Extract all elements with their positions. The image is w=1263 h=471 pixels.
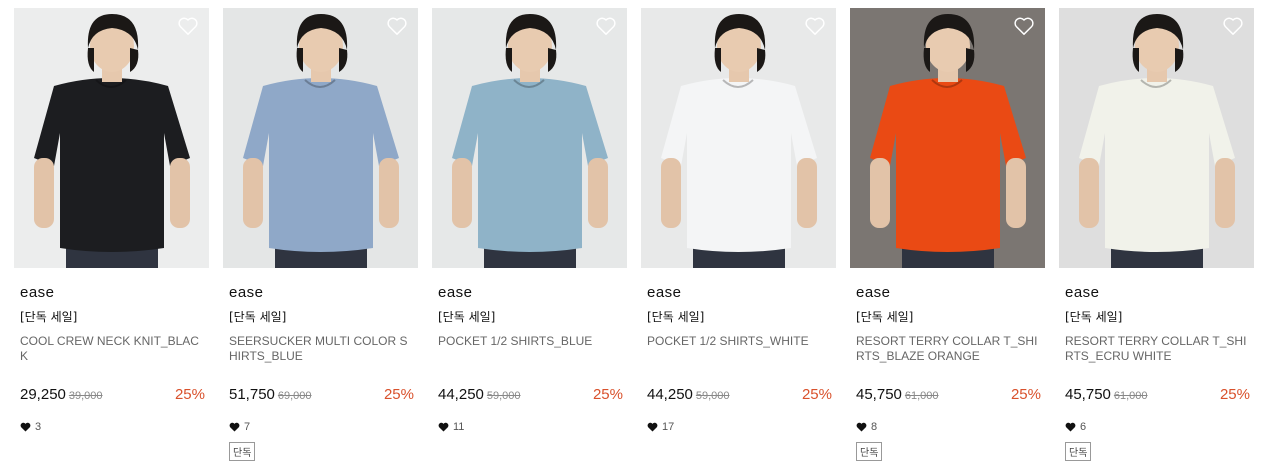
heart-filled-icon — [229, 422, 240, 432]
product-info: ease [단독 세일] RESORT TERRY COLLAR T_SHIRT… — [1059, 284, 1254, 461]
product-name[interactable]: RESORT TERRY COLLAR T_SHIRTS_ECRU WHITE — [1065, 334, 1250, 380]
original-price: 59,000 — [695, 390, 730, 402]
brand-name[interactable]: ease — [438, 284, 623, 302]
like-count: 17 — [647, 420, 832, 434]
original-price: 69,000 — [277, 390, 312, 402]
model-photo — [870, 14, 1026, 268]
product-card[interactable]: ease [단독 세일] POCKET 1/2 SHIRTS_WHITE 44,… — [641, 8, 836, 468]
like-count-value: 6 — [1080, 421, 1087, 433]
like-count: 7 — [229, 420, 414, 434]
product-image[interactable] — [223, 8, 418, 268]
product-image[interactable] — [14, 8, 209, 268]
model-photo — [452, 14, 608, 268]
like-count-value: 11 — [453, 421, 465, 433]
discount-rate: 25% — [1219, 386, 1250, 403]
product-card[interactable]: ease [단독 세일] COOL CREW NECK KNIT_BLACK 2… — [14, 8, 209, 468]
product-name[interactable]: COOL CREW NECK KNIT_BLACK — [20, 334, 205, 380]
model-photo — [34, 14, 190, 268]
original-price: 39,000 — [68, 390, 103, 402]
product-name[interactable]: RESORT TERRY COLLAR T_SHIRTS_BLAZE ORANG… — [856, 334, 1041, 380]
product-info: ease [단독 세일] POCKET 1/2 SHIRTS_WHITE 44,… — [641, 284, 836, 434]
exclusive-badge: 단독 — [229, 442, 256, 461]
brand-name[interactable]: ease — [1065, 284, 1250, 302]
product-info: ease [단독 세일] SEERSUCKER MULTI COLOR SHIR… — [223, 284, 418, 461]
heart-filled-icon — [647, 422, 658, 432]
brand-name[interactable]: ease — [647, 284, 832, 302]
discount-rate: 25% — [1010, 386, 1041, 403]
product-image[interactable] — [432, 8, 627, 268]
wishlist-heart-icon[interactable] — [1013, 16, 1035, 36]
wishlist-heart-icon[interactable] — [386, 16, 408, 36]
sale-tag: [단독 세일] — [856, 310, 914, 324]
sale-tag: [단독 세일] — [438, 310, 496, 324]
brand-name[interactable]: ease — [20, 284, 205, 302]
wishlist-heart-icon[interactable] — [1222, 16, 1244, 36]
like-count-value: 17 — [662, 421, 675, 433]
wishlist-heart-icon[interactable] — [177, 16, 199, 36]
product-name[interactable]: SEERSUCKER MULTI COLOR SHIRTS_BLUE — [229, 334, 414, 380]
like-count-value: 7 — [244, 421, 251, 433]
product-name[interactable]: POCKET 1/2 SHIRTS_BLUE — [438, 334, 623, 380]
sale-tag: [단독 세일] — [229, 310, 287, 324]
sale-price: 45,750 — [856, 386, 902, 403]
product-info: ease [단독 세일] POCKET 1/2 SHIRTS_BLUE 44,2… — [432, 284, 627, 434]
brand-name[interactable]: ease — [229, 284, 414, 302]
heart-filled-icon — [20, 422, 31, 432]
product-card[interactable]: ease [단독 세일] POCKET 1/2 SHIRTS_BLUE 44,2… — [432, 8, 627, 468]
original-price: 59,000 — [486, 390, 521, 402]
discount-rate: 25% — [592, 386, 623, 403]
discount-rate: 25% — [801, 386, 832, 403]
sale-price: 29,250 — [20, 386, 66, 403]
like-count-value: 8 — [871, 421, 878, 433]
model-photo — [243, 14, 399, 268]
product-card[interactable]: ease [단독 세일] SEERSUCKER MULTI COLOR SHIR… — [223, 8, 418, 468]
product-image[interactable] — [1059, 8, 1254, 268]
price-row: 44,250 59,000 25% — [438, 386, 623, 406]
sale-tag: [단독 세일] — [20, 310, 78, 324]
price-row: 51,750 69,000 25% — [229, 386, 414, 406]
wishlist-heart-icon[interactable] — [595, 16, 617, 36]
product-grid: ease [단독 세일] COOL CREW NECK KNIT_BLACK 2… — [14, 8, 1254, 468]
sale-price: 44,250 — [647, 386, 693, 403]
model-photo — [661, 14, 817, 268]
sale-price: 45,750 — [1065, 386, 1111, 403]
original-price: 61,000 — [1113, 390, 1148, 402]
product-card[interactable]: ease [단독 세일] RESORT TERRY COLLAR T_SHIRT… — [1059, 8, 1254, 468]
product-info: ease [단독 세일] RESORT TERRY COLLAR T_SHIRT… — [850, 284, 1045, 461]
like-count: 3 — [20, 420, 205, 434]
product-info: ease [단독 세일] COOL CREW NECK KNIT_BLACK 2… — [14, 284, 209, 434]
like-count-value: 3 — [35, 421, 42, 433]
like-count: 8 — [856, 420, 1041, 434]
sale-price: 51,750 — [229, 386, 275, 403]
product-image[interactable] — [641, 8, 836, 268]
discount-rate: 25% — [174, 386, 205, 403]
price-row: 44,250 59,000 25% — [647, 386, 832, 406]
product-card[interactable]: ease [단독 세일] RESORT TERRY COLLAR T_SHIRT… — [850, 8, 1045, 468]
model-photo — [1079, 14, 1235, 268]
heart-filled-icon — [1065, 422, 1076, 432]
heart-filled-icon — [438, 422, 449, 432]
sale-tag: [단독 세일] — [647, 310, 705, 324]
original-price: 61,000 — [904, 390, 939, 402]
price-row: 45,750 61,000 25% — [856, 386, 1041, 406]
price-row: 45,750 61,000 25% — [1065, 386, 1250, 406]
like-count: 11 — [438, 420, 623, 434]
wishlist-heart-icon[interactable] — [804, 16, 826, 36]
like-count: 6 — [1065, 420, 1250, 434]
price-row: 29,250 39,000 25% — [20, 386, 205, 406]
discount-rate: 25% — [383, 386, 414, 403]
product-image[interactable] — [850, 8, 1045, 268]
exclusive-badge: 단독 — [856, 442, 883, 461]
sale-tag: [단독 세일] — [1065, 310, 1123, 324]
exclusive-badge: 단독 — [1065, 442, 1092, 461]
product-name[interactable]: POCKET 1/2 SHIRTS_WHITE — [647, 334, 832, 380]
brand-name[interactable]: ease — [856, 284, 1041, 302]
heart-filled-icon — [856, 422, 867, 432]
sale-price: 44,250 — [438, 386, 484, 403]
